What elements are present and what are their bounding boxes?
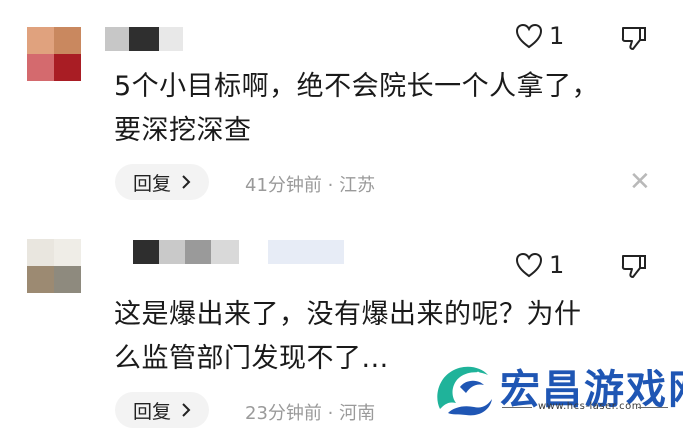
username-blurred[interactable]: [133, 240, 239, 264]
avatar[interactable]: [27, 239, 81, 293]
comment-text: 5个小目标啊，绝不会院长一个人拿了， 要深挖深查: [114, 71, 600, 146]
like-count: 1: [549, 22, 565, 50]
heart-icon: [515, 252, 543, 278]
avatar[interactable]: [27, 27, 81, 81]
watermark-url: www.hcs-laser.com: [538, 401, 642, 412]
thumbs-down-icon[interactable]: [620, 24, 648, 52]
chevron-right-icon: [182, 403, 191, 417]
like-button[interactable]: 1: [515, 251, 564, 279]
comment-meta: 41分钟前 · 江苏: [245, 175, 376, 196]
like-button[interactable]: 1: [515, 22, 564, 50]
divider: [638, 407, 668, 408]
dragon-logo-icon: [437, 366, 492, 416]
close-icon[interactable]: ✕: [629, 169, 651, 195]
comment-meta: 23分钟前 · 河南: [245, 403, 376, 424]
heart-icon: [515, 23, 543, 49]
divider: [502, 407, 532, 408]
username-blurred[interactable]: [105, 27, 183, 51]
user-tag-blurred: [268, 240, 344, 264]
chevron-right-icon: [182, 175, 191, 189]
thumbs-down-icon[interactable]: [620, 252, 648, 280]
reply-button[interactable]: 回复: [115, 392, 210, 428]
reply-button[interactable]: 回复: [115, 164, 210, 200]
like-count: 1: [549, 251, 565, 279]
watermark: 宏昌游戏网 www.hcs-laser.com: [430, 355, 683, 421]
